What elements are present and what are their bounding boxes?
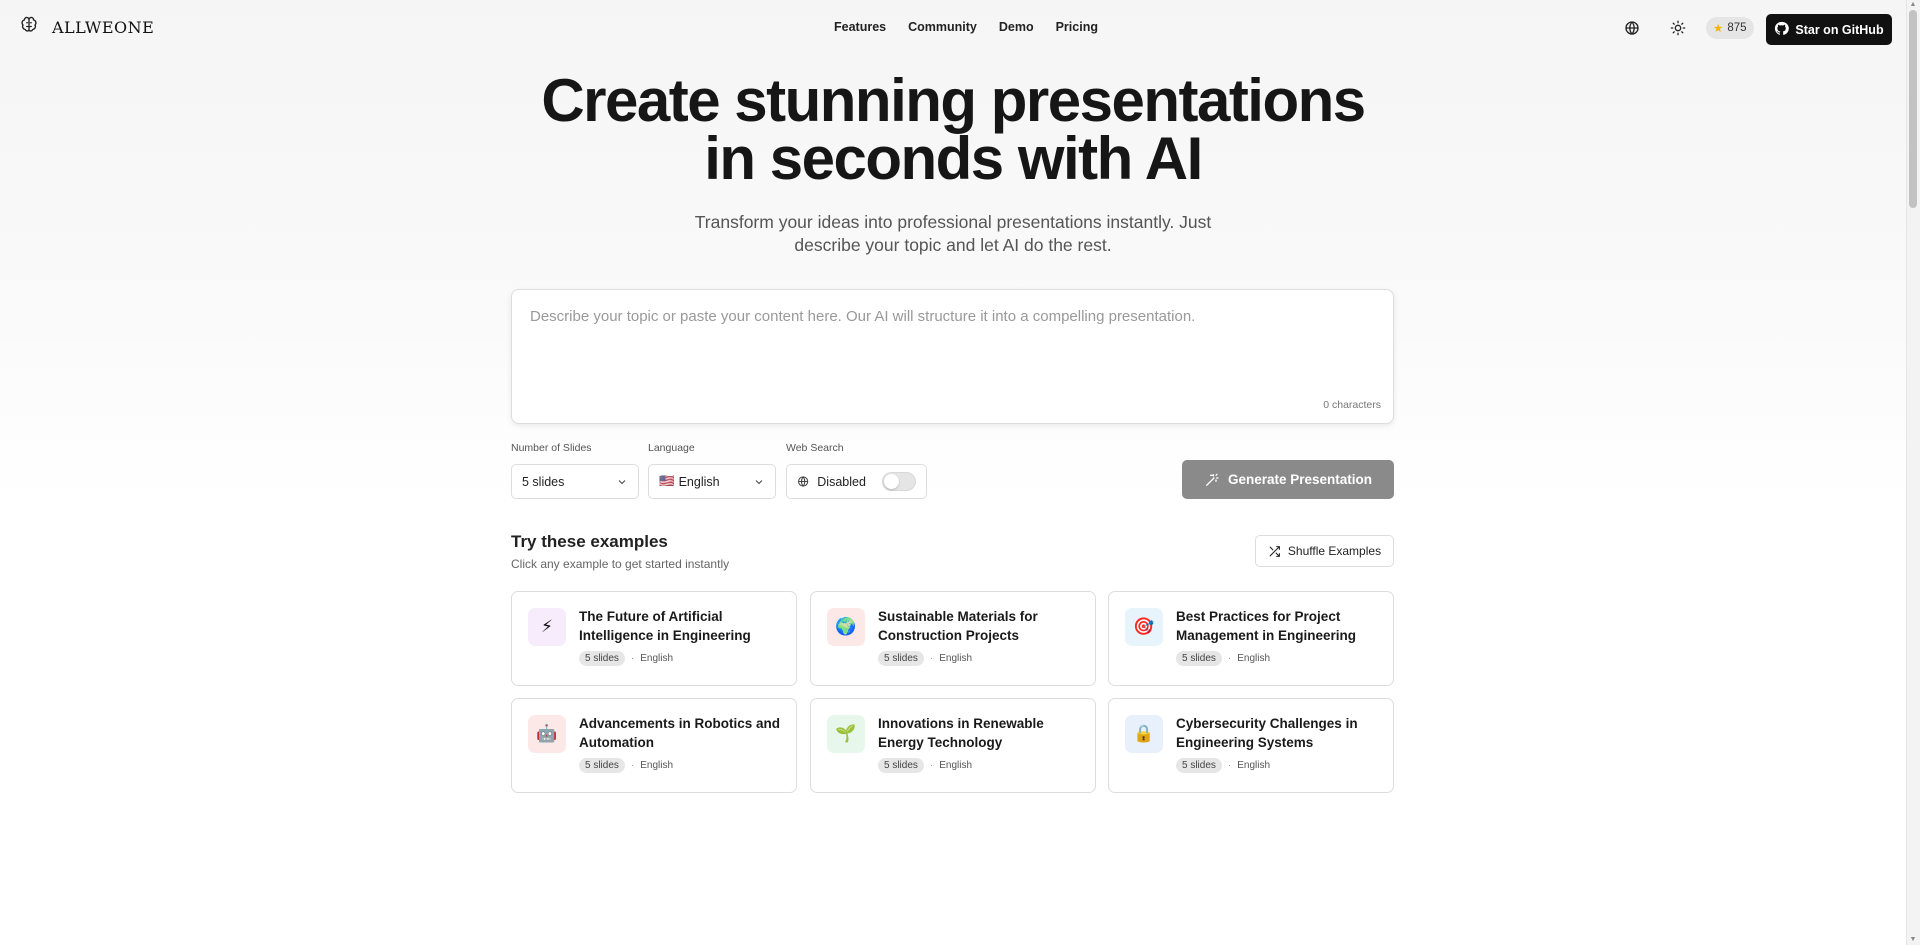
nav-demo[interactable]: Demo bbox=[999, 20, 1034, 34]
nav-pricing[interactable]: Pricing bbox=[1056, 20, 1098, 34]
language-value: English bbox=[678, 474, 720, 489]
globe-icon bbox=[798, 476, 809, 487]
examples-subtitle: Click any example to get started instant… bbox=[511, 557, 730, 571]
example-language: English bbox=[1237, 653, 1271, 664]
example-card[interactable]: ⚡ The Future of Artificial Intelligence … bbox=[511, 591, 797, 686]
target-icon: 🎯 bbox=[1125, 608, 1163, 646]
slides-badge: 5 slides bbox=[878, 651, 924, 666]
lock-icon: 🔒 bbox=[1125, 715, 1163, 753]
separator-dot: · bbox=[1227, 653, 1232, 664]
slides-badge: 5 slides bbox=[1176, 651, 1222, 666]
language-select[interactable]: 🇺🇸 English bbox=[648, 464, 776, 499]
brand-name: ALLWEONE bbox=[52, 18, 155, 37]
example-meta: 5 slides · English bbox=[1176, 758, 1270, 773]
hero-title: Create stunning presentations in seconds… bbox=[460, 67, 1446, 192]
globe-emoji-icon: 🌍 bbox=[827, 608, 865, 646]
shuffle-examples-button[interactable]: Shuffle Examples bbox=[1255, 535, 1394, 567]
topic-input[interactable] bbox=[530, 308, 1370, 388]
chevron-down-icon bbox=[618, 480, 626, 485]
chevron-down-icon bbox=[755, 480, 763, 485]
example-title: Cybersecurity Challenges in Engineering … bbox=[1176, 716, 1358, 750]
scroll-up-arrow-icon[interactable]: ▲ bbox=[1909, 1, 1917, 9]
example-meta: 5 slides · English bbox=[878, 758, 972, 773]
github-stars-badge[interactable]: ★ 875 bbox=[1706, 17, 1754, 39]
language-globe-icon[interactable] bbox=[1622, 18, 1642, 38]
lightning-icon: ⚡ bbox=[528, 608, 566, 646]
example-meta: 5 slides · English bbox=[579, 651, 673, 666]
example-language: English bbox=[640, 653, 674, 664]
magic-wand-icon bbox=[1205, 473, 1219, 486]
example-meta: 5 slides · English bbox=[1176, 651, 1270, 666]
nav-community[interactable]: Community bbox=[908, 20, 977, 34]
example-title: Sustainable Materials for Construction P… bbox=[878, 609, 1038, 643]
example-card[interactable]: 🌱 Innovations in Renewable Energy Techno… bbox=[810, 698, 1096, 793]
seedling-icon: 🌱 bbox=[827, 715, 865, 753]
example-title: Best Practices for Project Management in… bbox=[1176, 609, 1357, 643]
separator-dot: · bbox=[1227, 760, 1232, 771]
example-title: Advancements in Robotics and Automation bbox=[579, 716, 781, 750]
nav-features[interactable]: Features bbox=[834, 20, 886, 34]
example-language: English bbox=[1237, 760, 1271, 771]
character-count: 0 characters bbox=[1323, 399, 1381, 411]
generate-presentation-button[interactable]: Generate Presentation bbox=[1182, 460, 1394, 499]
example-language: English bbox=[939, 760, 973, 771]
hero-title-line-2: in seconds with AI bbox=[704, 125, 1203, 192]
separator-dot: · bbox=[630, 760, 635, 771]
us-flag-icon: 🇺🇸 bbox=[659, 474, 675, 488]
slides-count-select[interactable]: 5 slides bbox=[511, 464, 639, 499]
header: ALLWEONE Features Community Demo Pricing… bbox=[0, 0, 1906, 56]
web-search-status: Disabled bbox=[817, 474, 866, 489]
example-title: The Future of Artificial Intelligence in… bbox=[579, 609, 751, 643]
brain-icon bbox=[20, 16, 38, 39]
example-card[interactable]: 🤖 Advancements in Robotics and Automatio… bbox=[511, 698, 797, 793]
brand-logo[interactable]: ALLWEONE bbox=[20, 16, 154, 39]
github-icon bbox=[1774, 21, 1790, 39]
robot-icon: 🤖 bbox=[528, 715, 566, 753]
shuffle-button-label: Shuffle Examples bbox=[1287, 544, 1382, 558]
slides-count-value: 5 slides bbox=[522, 474, 565, 489]
scrollbar-thumb[interactable] bbox=[1909, 10, 1917, 208]
separator-dot: · bbox=[630, 653, 635, 664]
slides-badge: 5 slides bbox=[579, 758, 625, 773]
separator-dot: · bbox=[929, 760, 934, 771]
example-card[interactable]: 🔒 Cybersecurity Challenges in Engineerin… bbox=[1108, 698, 1394, 793]
slides-badge: 5 slides bbox=[579, 651, 625, 666]
theme-sun-icon[interactable] bbox=[1668, 18, 1688, 38]
main-nav: Features Community Demo Pricing bbox=[834, 20, 1098, 34]
star-on-github-button[interactable]: Star on GitHub bbox=[1766, 14, 1892, 45]
slides-badge: 5 slides bbox=[1176, 758, 1222, 773]
example-title: Innovations in Renewable Energy Technolo… bbox=[878, 716, 1044, 750]
example-language: English bbox=[640, 760, 674, 771]
slides-count-label: Number of Slides bbox=[511, 442, 592, 454]
example-language: English bbox=[939, 653, 973, 664]
example-card[interactable]: 🎯 Best Practices for Project Management … bbox=[1108, 591, 1394, 686]
example-card[interactable]: 🌍 Sustainable Materials for Construction… bbox=[810, 591, 1096, 686]
shuffle-icon bbox=[1269, 545, 1280, 557]
prompt-container: 0 characters bbox=[511, 289, 1394, 424]
examples-title: Try these examples bbox=[511, 532, 668, 551]
example-meta: 5 slides · English bbox=[579, 758, 673, 773]
example-meta: 5 slides · English bbox=[878, 651, 972, 666]
page-scrollbar[interactable]: ▲ ▼ bbox=[1906, 0, 1920, 945]
github-button-label: Star on GitHub bbox=[1795, 22, 1884, 37]
star-icon: ★ bbox=[1713, 23, 1724, 35]
stars-count: 875 bbox=[1727, 22, 1747, 34]
hero-title-line-1: Create stunning presentations bbox=[541, 67, 1366, 134]
scroll-down-arrow-icon[interactable]: ▼ bbox=[1909, 936, 1917, 944]
web-search-control[interactable]: Disabled bbox=[786, 464, 927, 499]
web-search-toggle[interactable] bbox=[881, 472, 916, 491]
generate-button-label: Generate Presentation bbox=[1227, 472, 1373, 487]
web-search-label: Web Search bbox=[786, 442, 844, 454]
separator-dot: · bbox=[929, 653, 934, 664]
hero-subtitle: Transform your ideas into professional p… bbox=[694, 212, 1212, 255]
language-label: Language bbox=[648, 442, 695, 454]
slides-badge: 5 slides bbox=[878, 758, 924, 773]
